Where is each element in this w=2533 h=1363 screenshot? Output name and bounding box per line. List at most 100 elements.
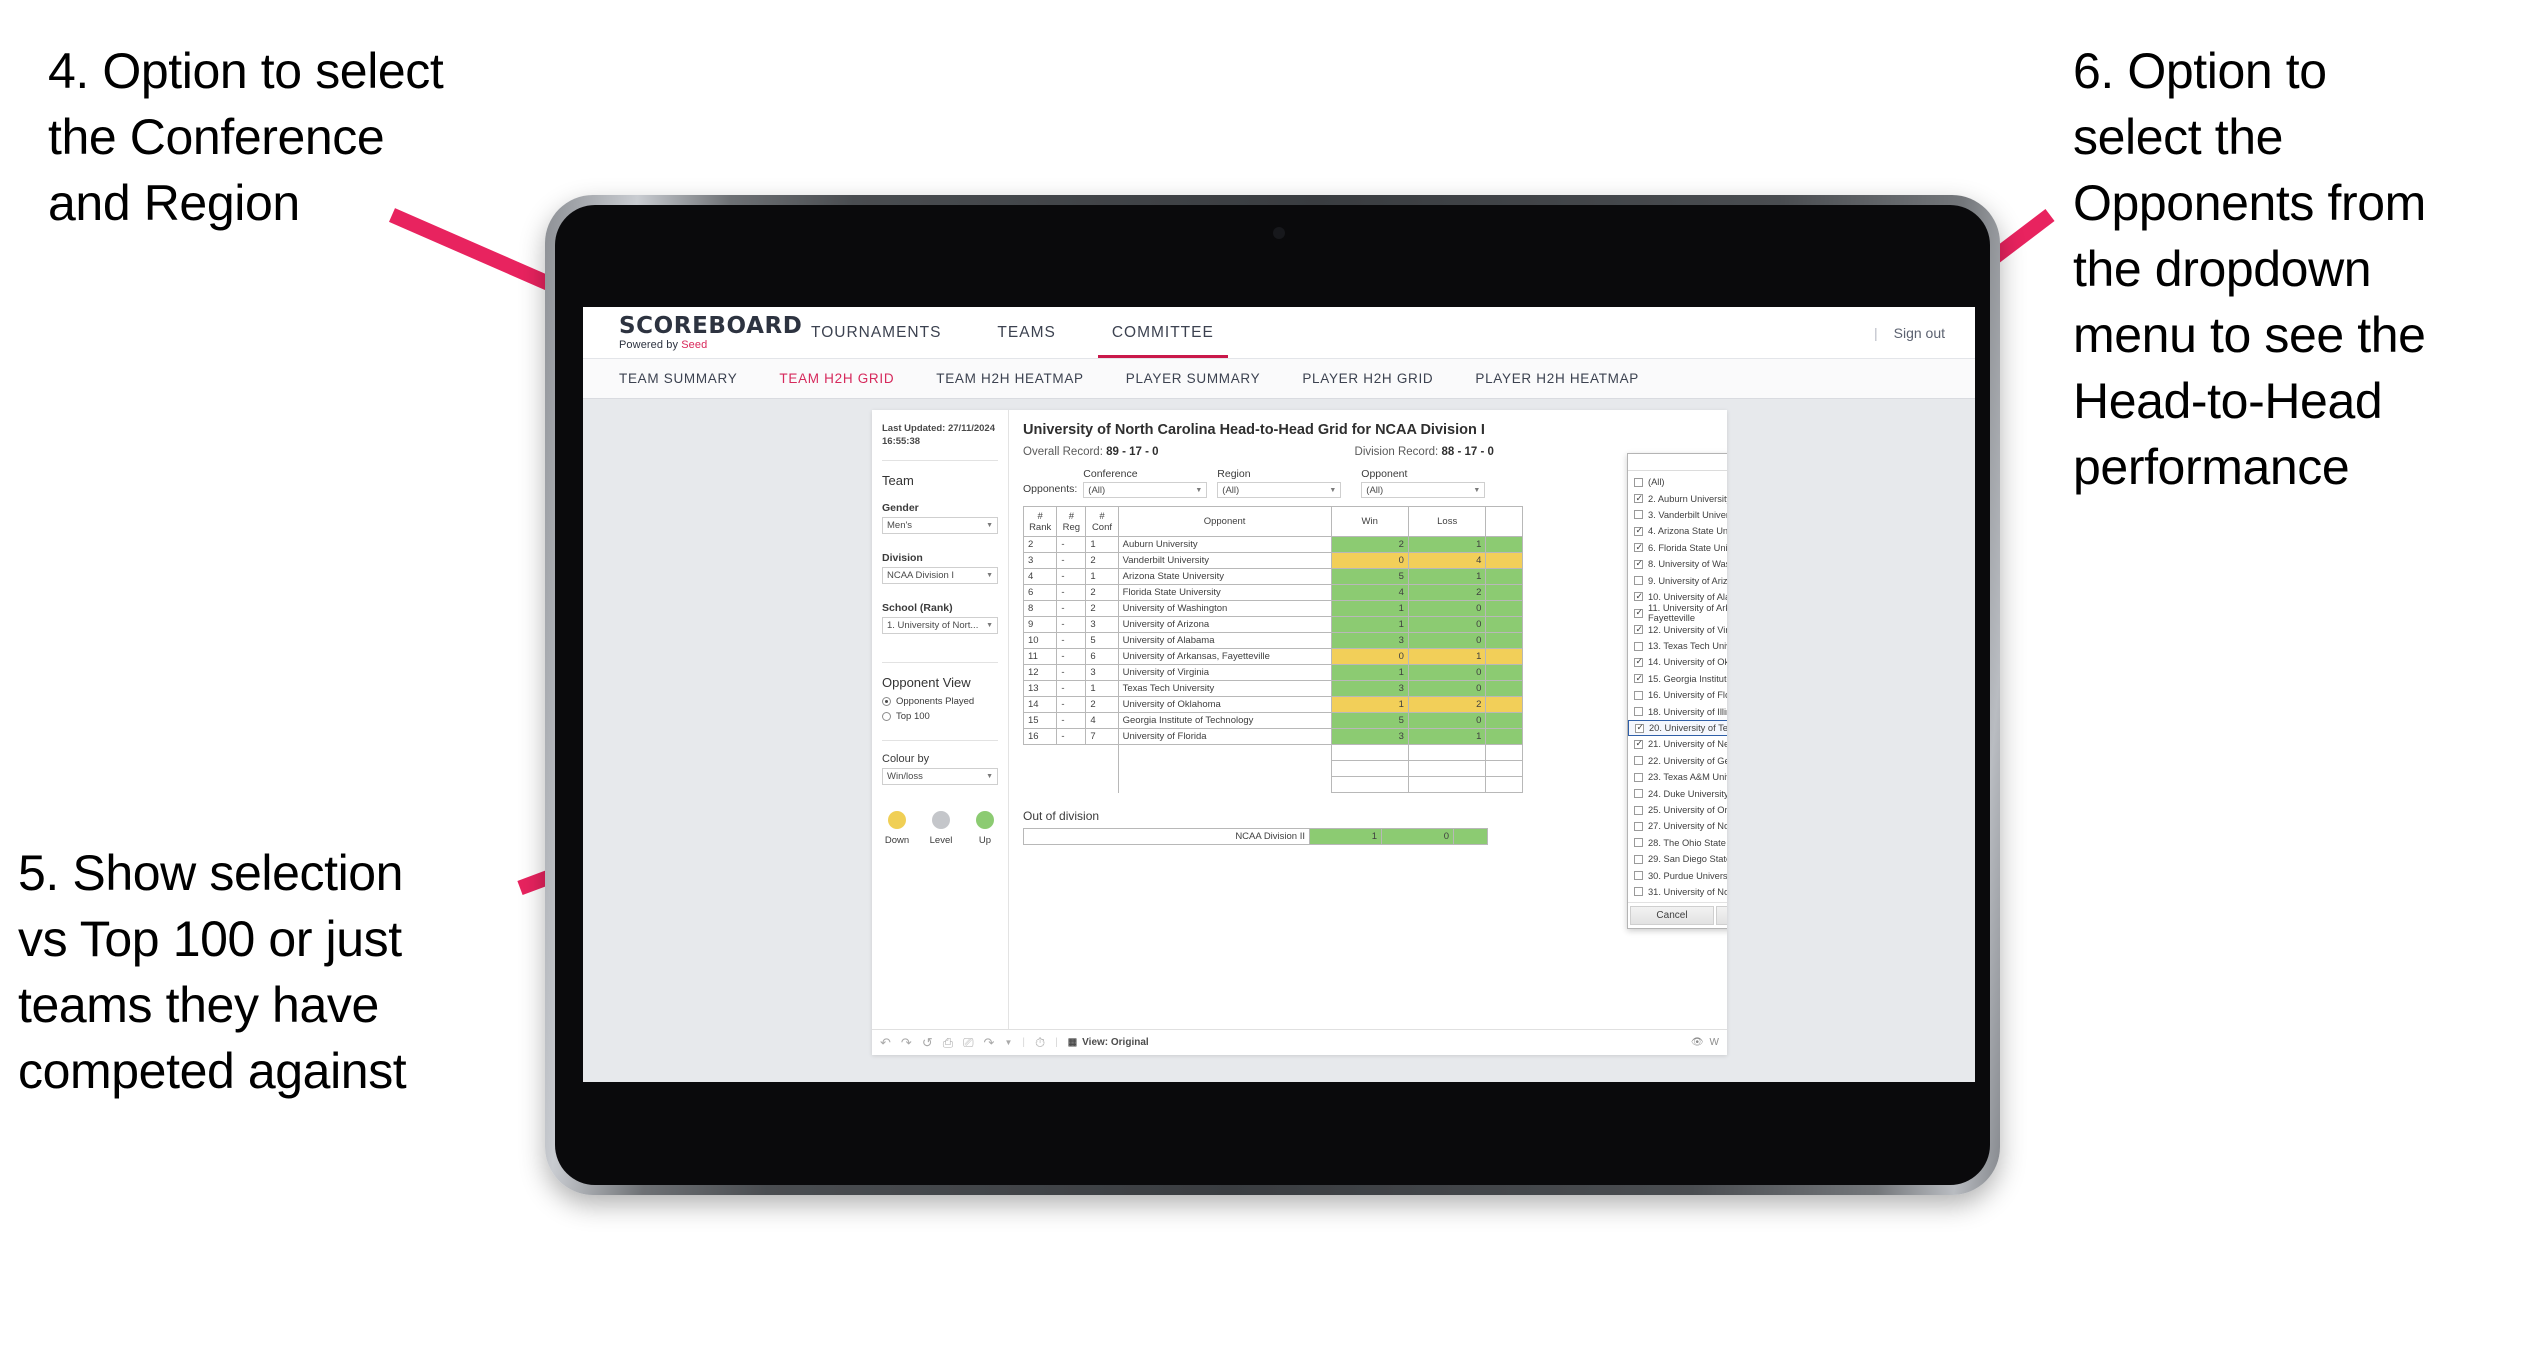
- table-row[interactable]: 15-4 Georgia Institute of Technology 5 0: [1022, 712, 1523, 729]
- checkbox-icon[interactable]: [1634, 477, 1643, 487]
- opponent-option[interactable]: 22. University of Georgia: [1628, 753, 1727, 769]
- opponent-option[interactable]: 14. University of Oklahoma: [1628, 654, 1727, 670]
- history-icon[interactable]: ⏱: [1035, 1036, 1045, 1049]
- radio-top-100[interactable]: Top 100: [882, 711, 998, 722]
- opponent-option[interactable]: 27. University of Notre Dame: [1628, 818, 1727, 834]
- checkbox-icon[interactable]: [1634, 625, 1643, 635]
- share-icon[interactable]: ↷: [984, 1036, 995, 1049]
- view-original-button[interactable]: ▦ View: Original: [1068, 1037, 1149, 1048]
- opponent-option[interactable]: 29. San Diego State University: [1628, 851, 1727, 867]
- checkbox-icon[interactable]: [1634, 510, 1643, 520]
- table-row[interactable]: 6-2 Florida State University 4 2: [1022, 584, 1523, 601]
- table-row[interactable]: 8-2 University of Washington 1 0: [1022, 600, 1523, 617]
- region-filter-select[interactable]: (All) ▼: [1217, 482, 1342, 498]
- table-row[interactable]: 13-1 Texas Tech University 3 0: [1022, 680, 1523, 697]
- division-select[interactable]: NCAA Division I ▼: [882, 567, 998, 584]
- table-row[interactable]: 12-3 University of Virginia 1 0: [1022, 664, 1523, 681]
- pause-icon[interactable]: ⎚: [963, 1036, 973, 1049]
- opponent-option[interactable]: 2. Auburn University: [1628, 490, 1727, 506]
- opponent-option[interactable]: 6. Florida State University: [1628, 540, 1727, 556]
- redo-icon[interactable]: ↷: [901, 1036, 912, 1049]
- checkbox-icon[interactable]: [1634, 526, 1643, 536]
- tab-team-summary[interactable]: TEAM SUMMARY: [619, 371, 737, 386]
- tab-team-h2h-grid[interactable]: TEAM H2H GRID: [779, 371, 894, 386]
- eye-icon[interactable]: 👁: [1691, 1037, 1704, 1048]
- table-row[interactable]: 11-6 University of Arkansas, Fayetteville…: [1022, 648, 1523, 665]
- opponent-option[interactable]: 28. The Ohio State University: [1628, 835, 1727, 851]
- checkbox-icon[interactable]: [1634, 739, 1643, 749]
- tab-player-h2h-grid[interactable]: PLAYER H2H GRID: [1302, 371, 1433, 386]
- opponent-option[interactable]: 15. Georgia Institute of Technology: [1628, 671, 1727, 687]
- revert-icon[interactable]: ↺: [922, 1036, 933, 1049]
- table-row[interactable]: 4-1 Arizona State University 5 1: [1022, 568, 1523, 585]
- table-row[interactable]: 3-2 Vanderbilt University 0 4: [1022, 552, 1523, 569]
- opponent-option[interactable]: 30. Purdue University: [1628, 867, 1727, 883]
- checkbox-icon[interactable]: [1634, 657, 1643, 667]
- brand-logo[interactable]: SCOREBOARD Powered by Seed: [583, 307, 802, 358]
- table-row[interactable]: 14-2 University of Oklahoma 1 2: [1022, 696, 1523, 713]
- opponent-filter-select[interactable]: (All) ▼: [1361, 482, 1486, 498]
- chevron-down-icon[interactable]: ▼: [1004, 1036, 1012, 1049]
- opponent-option[interactable]: 24. Duke University: [1628, 785, 1727, 801]
- checkbox-icon[interactable]: [1634, 592, 1643, 602]
- table-row[interactable]: 9-3 University of Arizona 1 0: [1022, 616, 1523, 633]
- opponent-option[interactable]: 3. Vanderbilt University: [1628, 507, 1727, 523]
- opponent-option[interactable]: 13. Texas Tech University: [1628, 638, 1727, 654]
- checkbox-icon[interactable]: [1634, 559, 1643, 569]
- nav-item-tournaments[interactable]: TOURNAMENTS: [783, 307, 969, 358]
- table-row[interactable]: 16-7 University of Florida 3 1: [1022, 728, 1523, 745]
- opponent-option[interactable]: 8. University of Washington: [1628, 556, 1727, 572]
- checkbox-icon[interactable]: [1634, 576, 1643, 586]
- checkbox-icon[interactable]: [1634, 805, 1643, 815]
- gender-select[interactable]: Men's ▼: [882, 517, 998, 534]
- radio-opponents-played[interactable]: Opponents Played: [882, 696, 998, 707]
- opponent-option[interactable]: 31. University of North Florida: [1628, 884, 1727, 900]
- school-select[interactable]: 1. University of Nort... ▼: [882, 617, 998, 634]
- checkbox-icon[interactable]: [1634, 887, 1643, 897]
- checkbox-icon[interactable]: [1634, 674, 1643, 684]
- opponent-dropdown-popup[interactable]: (All) 2. Auburn University 3. Vanderbilt U…: [1627, 453, 1727, 930]
- checkbox-icon[interactable]: [1634, 641, 1643, 651]
- opponent-dropdown-list[interactable]: (All) 2. Auburn University 3. Vanderbilt U…: [1628, 471, 1727, 902]
- checkbox-icon[interactable]: [1634, 821, 1643, 831]
- table-row[interactable]: 2-1 Auburn University 2 1: [1022, 536, 1523, 553]
- checkbox-icon[interactable]: [1634, 608, 1643, 618]
- undo-icon[interactable]: ↶: [880, 1036, 891, 1049]
- tab-team-h2h-heatmap[interactable]: TEAM H2H HEATMAP: [936, 371, 1083, 386]
- opponent-option[interactable]: 18. University of Illinois: [1628, 703, 1727, 719]
- cancel-button[interactable]: Cancel: [1630, 906, 1714, 926]
- opponent-option[interactable]: (All): [1628, 474, 1727, 490]
- refresh-icon[interactable]: ⎙: [943, 1036, 953, 1049]
- apply-button[interactable]: Apply: [1716, 906, 1727, 926]
- opponent-option[interactable]: 9. University of Arizona: [1628, 572, 1727, 588]
- opponent-option[interactable]: 16. University of Florida: [1628, 687, 1727, 703]
- checkbox-icon[interactable]: [1634, 707, 1643, 717]
- checkbox-icon[interactable]: [1634, 838, 1643, 848]
- table-row[interactable]: 10-5 University of Alabama 3 0: [1022, 632, 1523, 649]
- checkbox-icon[interactable]: [1634, 543, 1643, 553]
- tab-player-h2h-heatmap[interactable]: PLAYER H2H HEATMAP: [1475, 371, 1639, 386]
- checkbox-icon[interactable]: [1635, 723, 1644, 733]
- opponent-option[interactable]: 20. University of Texas: [1628, 719, 1727, 737]
- checkbox-icon[interactable]: [1634, 690, 1643, 700]
- colour-by-select[interactable]: Win/loss ▼: [882, 768, 998, 785]
- checkbox-icon[interactable]: [1634, 789, 1643, 799]
- checkbox-icon[interactable]: [1634, 871, 1643, 881]
- opponent-option[interactable]: 23. Texas A&M University: [1628, 769, 1727, 785]
- checkbox-icon[interactable]: [1634, 494, 1643, 504]
- checkbox-icon[interactable]: [1634, 854, 1643, 864]
- checkbox-icon[interactable]: [1634, 772, 1643, 782]
- opponent-option[interactable]: 21. University of New Mexico: [1628, 736, 1727, 752]
- sign-out-link[interactable]: Sign out: [1894, 325, 1945, 341]
- nav-item-teams[interactable]: TEAMS: [969, 307, 1083, 358]
- opponent-option[interactable]: 4. Arizona State University: [1628, 523, 1727, 539]
- opponent-option[interactable]: 12. University of Virginia: [1628, 622, 1727, 638]
- conference-filter-select[interactable]: (All) ▼: [1083, 482, 1208, 498]
- opponent-option[interactable]: 25. University of Oregon: [1628, 802, 1727, 818]
- tab-player-summary[interactable]: PLAYER SUMMARY: [1126, 371, 1261, 386]
- opponent-option[interactable]: 11. University of Arkansas, Fayetteville: [1628, 603, 1727, 623]
- opponent-dropdown-search-input[interactable]: [1628, 454, 1727, 471]
- opponent-option-label: 30. Purdue University: [1648, 870, 1727, 881]
- nav-item-committee[interactable]: COMMITTEE: [1084, 307, 1242, 358]
- checkbox-icon[interactable]: [1634, 756, 1643, 766]
